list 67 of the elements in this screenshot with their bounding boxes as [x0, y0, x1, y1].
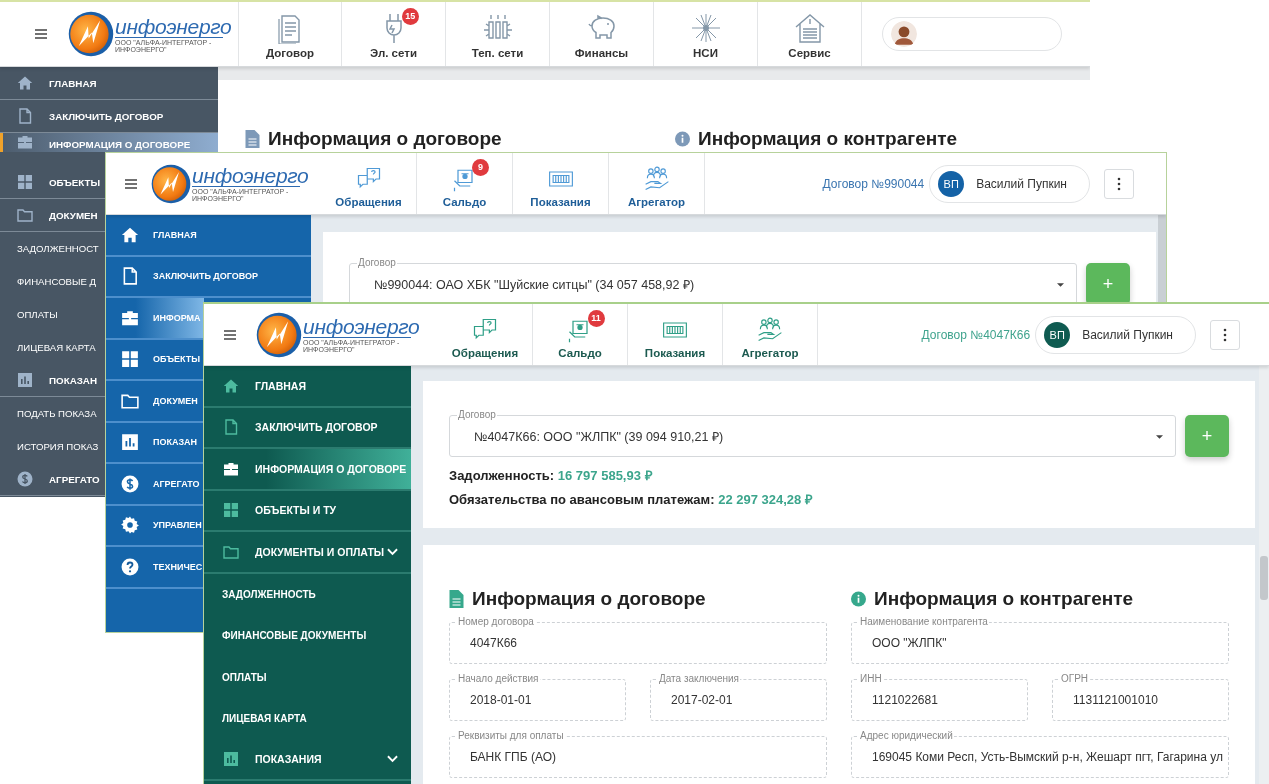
sidebar-item[interactable]: ПОДАТЬ ПОКАЗА — [0, 397, 105, 430]
user-menu[interactable]: ВП Василий Пупкин — [929, 164, 1090, 203]
sidebar-item[interactable]: ЗАДОЛЖЕННОСТЬ — [204, 573, 411, 615]
brand-name: инфоэнерго — [115, 15, 232, 37]
sidebar-item[interactable]: ИСТОРИЯ ПОКАЗ — [0, 430, 105, 463]
sidebar-item[interactable]: ОПЛАТЫ — [204, 656, 411, 698]
nav-tab[interactable]: Показания — [513, 153, 609, 214]
sidebar-item[interactable]: ГЛАВНАЯ — [0, 67, 218, 100]
field-label: Реквизиты для оплаты — [457, 730, 565, 742]
summary-amount: 16 797 585,93 ₽ — [557, 468, 653, 483]
section-heading: Информация о контрагенте — [698, 128, 958, 150]
contract-link[interactable]: Договор №990044 — [822, 176, 925, 191]
notification-badge: 9 — [472, 159, 490, 176]
field-label: ИНН — [859, 673, 883, 685]
nav-tab[interactable]: Агрегатор — [723, 304, 818, 365]
brand-name: инфоэнерго — [303, 316, 420, 337]
field-label: Номер договора — [457, 616, 535, 628]
nav-tab[interactable]: Договор — [238, 2, 342, 66]
field-value: БАНК ГПБ (АО) — [470, 750, 556, 764]
field-label: Договор — [357, 257, 397, 269]
user-initials: ВП — [938, 170, 965, 197]
user-menu[interactable]: ВП Василий Пупкин — [1035, 315, 1196, 354]
user-name: Василий Пупкин — [976, 176, 1067, 191]
nav-tab[interactable]: Эл. сети 15 — [342, 2, 446, 66]
section-heading: Информация о контрагенте — [874, 588, 1134, 610]
field-label: Наименование контрагента — [859, 616, 989, 628]
field-value: 2017-02-01 — [671, 693, 733, 707]
notification-badge: 15 — [401, 8, 419, 25]
nav-tab[interactable]: НСИ — [654, 2, 758, 66]
field-value: 2018-01-01 — [470, 693, 532, 707]
summary-label: Обязательства по авансовым платежам: — [449, 492, 715, 507]
sidebar-item[interactable]: ЛИЦЕВАЯ КАРТА — [204, 698, 411, 740]
summary-amount: 22 297 324,28 ₽ — [718, 492, 813, 507]
field-value: 1131121001010 — [1073, 693, 1158, 707]
field-label: ОГРН — [1060, 673, 1090, 685]
nav-tab[interactable]: Обращения — [321, 153, 417, 214]
nav-tab[interactable]: Теп. сети — [446, 2, 550, 66]
sidebar-item[interactable]: ЛИЦЕВАЯ КАРТА — [0, 331, 105, 364]
field-value: 1121022681 — [872, 693, 938, 707]
field-label: Начало действия — [457, 673, 540, 685]
notification-badge: 11 — [587, 310, 605, 327]
sidebar-item[interactable]: ИНФОРМАЦИЯ О ДОГОВОРЕ — [204, 449, 411, 491]
field-value: 4047К66 — [470, 636, 518, 650]
section-heading: Информация о договоре — [472, 588, 706, 610]
user-name: Василий Пупкин — [1082, 327, 1173, 342]
field-value: ООО "ЖЛПК" — [872, 636, 947, 650]
field-value: 169045 Коми Респ, Усть-Вымский р-н, Жешарт пгт, Гагарина ул — [872, 750, 1223, 764]
summary-label: Задолженность: — [449, 468, 555, 483]
field-value: №990044: ОАО ХБК "Шуйские ситцы" (34 057 458,92 ₽) — [374, 276, 695, 293]
nav-tab[interactable]: Агрегатор — [609, 153, 705, 214]
sidebar-item[interactable]: ЗАДОЛЖЕННОСТ — [0, 232, 105, 265]
nav-tab[interactable]: Показания — [628, 304, 723, 365]
field-label: Адрес юридический — [859, 730, 954, 742]
sidebar-item[interactable]: ОПЛАТЫ — [0, 298, 105, 331]
user-initials: ВП — [1044, 321, 1071, 348]
field-value: №4047К66: ООО "ЖЛПК" (39 094 910,21 ₽) — [474, 428, 724, 445]
nav-tab[interactable]: Обращения — [438, 304, 533, 365]
nav-tab[interactable]: Сальдо 11 — [533, 304, 628, 365]
sidebar-item[interactable]: ФИНАНСОВЫЕ ДОКУМЕНТЫ — [204, 615, 411, 657]
brand-name: инфоэнерго — [192, 165, 309, 186]
nav-tab[interactable]: Сальдо 9 — [417, 153, 513, 214]
section-heading: Информация о договоре — [268, 128, 502, 150]
field-label: Дата заключения — [658, 673, 740, 685]
sidebar-item[interactable]: ФИНАНСОВЫЕ Д — [0, 265, 105, 298]
nav-tab[interactable]: Финансы — [550, 2, 654, 66]
field-label: Договор — [457, 409, 497, 421]
nav-tab[interactable]: Сервис — [758, 2, 862, 66]
